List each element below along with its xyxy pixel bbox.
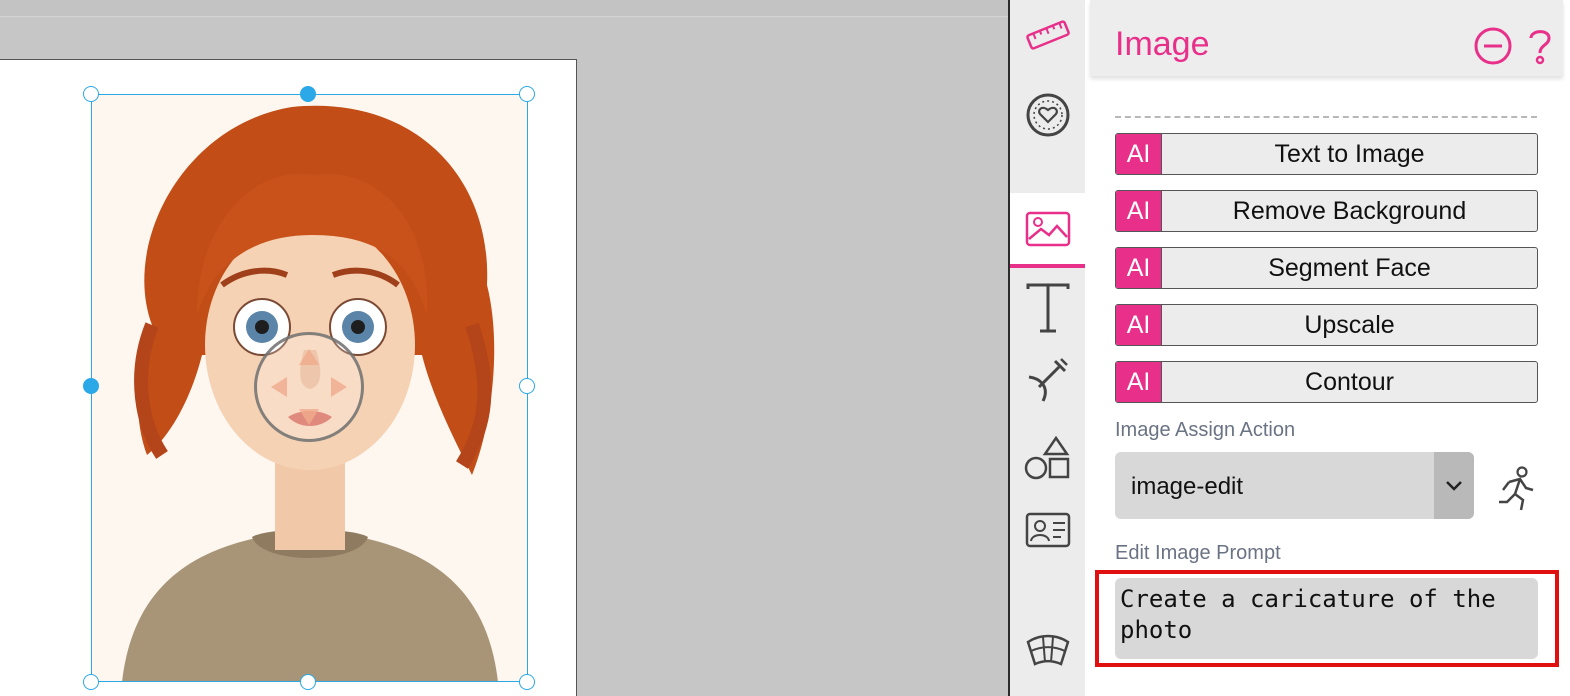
assign-action-label: Image Assign Action xyxy=(1115,419,1296,441)
run-action-icon[interactable] xyxy=(1495,466,1537,512)
contour-button[interactable]: AI Contour xyxy=(1115,361,1538,403)
tool-arc-grid[interactable] xyxy=(1010,615,1085,685)
image-icon xyxy=(1025,211,1070,246)
text-tool-icon xyxy=(1026,283,1069,333)
question-icon[interactable] xyxy=(1525,26,1555,66)
move-handle[interactable] xyxy=(254,332,364,442)
resize-handle-left[interactable] xyxy=(83,378,99,394)
upscale-button[interactable]: AI Upscale xyxy=(1115,304,1538,346)
arc-grid-icon xyxy=(1026,634,1069,666)
assign-action-select[interactable]: image-edit xyxy=(1115,452,1474,519)
resize-handle-top-left[interactable] xyxy=(83,86,99,102)
ai-tag: AI xyxy=(1116,191,1162,231)
select-arrow[interactable] xyxy=(1434,452,1474,519)
segment-face-button[interactable]: AI Segment Face xyxy=(1115,247,1538,289)
canvas-ruler-strip xyxy=(0,0,1008,17)
edit-prompt-label: Edit Image Prompt xyxy=(1115,542,1281,564)
tool-rail xyxy=(1010,0,1085,696)
minus-circle-icon[interactable] xyxy=(1473,26,1513,66)
tool-favorites[interactable] xyxy=(1010,80,1085,150)
button-label: Upscale xyxy=(1304,310,1395,339)
button-label: Remove Background xyxy=(1232,196,1467,225)
resize-handle-bottom-right[interactable] xyxy=(519,674,535,690)
ruler-icon xyxy=(1025,20,1070,50)
tool-id-card[interactable] xyxy=(1010,495,1085,565)
button-label: Segment Face xyxy=(1268,253,1431,282)
heart-badge-icon xyxy=(1026,93,1069,137)
button-label: Contour xyxy=(1305,367,1394,396)
shapes-icon xyxy=(1024,435,1069,480)
ai-tag: AI xyxy=(1116,134,1162,174)
panel-header: Image xyxy=(1090,0,1563,76)
tool-ruler[interactable] xyxy=(1010,0,1085,70)
tool-text[interactable] xyxy=(1010,273,1085,343)
tool-shapes[interactable] xyxy=(1010,423,1085,493)
edit-prompt-textarea[interactable]: Create a caricature of the photo xyxy=(1115,578,1538,659)
remove-background-button[interactable]: AI Remove Background xyxy=(1115,190,1538,232)
panel-title: Image xyxy=(1115,25,1210,63)
canvas-area[interactable] xyxy=(0,0,1008,696)
id-card-icon xyxy=(1025,512,1070,548)
move-arrows-icon xyxy=(271,349,347,425)
assign-action-value: image-edit xyxy=(1131,473,1244,500)
ai-tag: AI xyxy=(1116,248,1162,288)
resize-handle-top-right[interactable] xyxy=(519,86,535,102)
ai-tag: AI xyxy=(1116,305,1162,345)
tool-image[interactable] xyxy=(1010,193,1085,268)
section-divider xyxy=(1115,116,1537,118)
tool-pen[interactable] xyxy=(1010,345,1085,415)
image-panel: Image AI Text to Image AI Remove Backgro… xyxy=(1085,0,1570,696)
pen-tool-icon xyxy=(1028,358,1068,402)
resize-handle-bottom-left[interactable] xyxy=(83,674,99,690)
button-label: Text to Image xyxy=(1274,139,1425,168)
resize-handle-right[interactable] xyxy=(519,378,535,394)
text-to-image-button[interactable]: AI Text to Image xyxy=(1115,133,1538,175)
chevron-down-icon xyxy=(1446,480,1462,491)
resize-handle-bottom[interactable] xyxy=(300,674,316,690)
rotate-handle-top[interactable] xyxy=(300,86,316,102)
ai-tag: AI xyxy=(1116,362,1162,402)
